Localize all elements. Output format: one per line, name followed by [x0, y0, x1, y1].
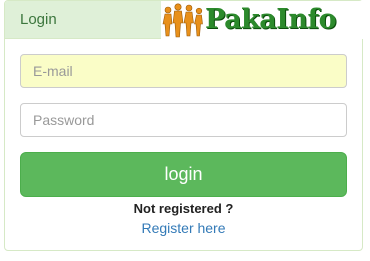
login-panel: Login PakaInfo login Not registered ? Re… — [4, 0, 364, 251]
not-registered-text: Not registered ? — [133, 201, 234, 216]
panel-title: Login — [20, 11, 57, 28]
password-input[interactable] — [20, 103, 347, 137]
register-link[interactable]: Register here — [5, 220, 362, 236]
people-group-icon — [162, 3, 203, 38]
panel-heading: Login PakaInfo — [5, 1, 364, 39]
email-input[interactable] — [20, 54, 347, 88]
login-button[interactable]: login — [20, 152, 347, 197]
logo-text: PakaInfo — [205, 4, 337, 35]
pakainfo-logo: PakaInfo — [161, 1, 364, 39]
